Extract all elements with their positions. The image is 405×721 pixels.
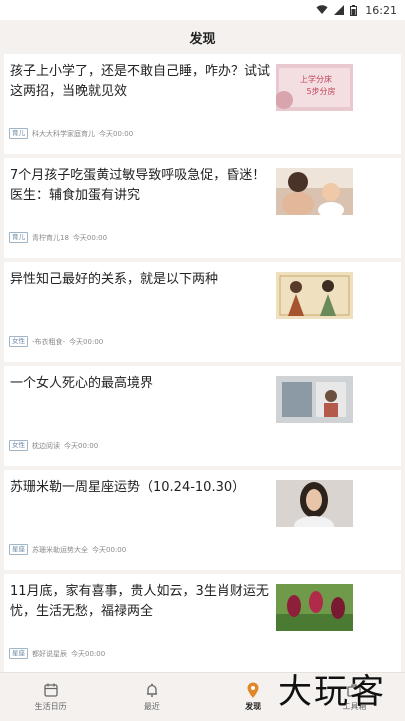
article-meta: 育儿 科大大科学家庭育儿 今天00:00 [9, 128, 133, 139]
tab-life-calendar[interactable]: 生活日历 [1, 673, 101, 721]
article-card[interactable]: 一个女人死心的最高境界 女性 枕边阅读 今天00:00 [4, 366, 401, 466]
article-time: 今天00:00 [71, 649, 106, 658]
article-source: 青柠育儿18 [32, 233, 69, 242]
category-tag: 育儿 [9, 232, 28, 243]
article-card[interactable]: 11月底，家有喜事，贵人如云，3生肖财运无忧，生活无愁，福禄两全 星座 都好说星… [4, 574, 401, 672]
signal-icon [334, 5, 345, 15]
svg-text:上学分床: 上学分床 [300, 74, 332, 84]
article-feed[interactable]: 孩子上小学了，还是不敢自己睡，咋办？试试这两招，当晚就见效 上学分床 5步分房 … [0, 54, 405, 672]
category-tag: 女性 [9, 440, 28, 451]
article-card[interactable]: 苏珊米勒一周星座运势（10.24-10.30） 星座 苏珊米勒运势大全 今天00… [4, 470, 401, 570]
article-title: 11月底，家有喜事，贵人如云，3生肖财运无忧，生活无愁，福禄两全 [10, 584, 269, 619]
article-source: -布衣粗食- [32, 337, 66, 346]
page-title: 发现 [189, 31, 216, 47]
category-tag: 女性 [9, 336, 28, 347]
tab-toolbox[interactable]: 工具箱 [304, 673, 404, 721]
article-title: 异性知己最好的关系，就是以下两种 [10, 272, 219, 287]
location-pin-icon [244, 681, 262, 699]
article-time: 今天00:00 [92, 545, 127, 554]
article-source: 科大大科学家庭育儿 [32, 129, 95, 138]
article-meta: 女性 -布衣粗食- 今天00:00 [9, 336, 103, 347]
article-meta: 星座 都好说星辰 今天00:00 [9, 648, 105, 659]
article-card[interactable]: 异性知己最好的关系，就是以下两种 女性 -布衣粗食- 今天00:00 [4, 262, 401, 362]
article-meta: 女性 枕边阅读 今天00:00 [9, 440, 98, 451]
article-source: 苏珊米勒运势大全 [32, 545, 88, 554]
article-thumbnail [276, 168, 353, 215]
category-tag: 星座 [9, 544, 28, 555]
article-time: 今天00:00 [99, 129, 134, 138]
tab-discover[interactable]: 发现 [203, 673, 303, 721]
article-title: 一个女人死心的最高境界 [10, 376, 154, 391]
wifi-icon [316, 5, 328, 15]
article-source: 都好说星辰 [32, 649, 67, 658]
tab-label: 最近 [143, 702, 160, 711]
article-time: 今天00:00 [72, 233, 108, 242]
tab-recent[interactable]: 最近 [102, 673, 202, 721]
article-time: 今天00:00 [64, 441, 99, 450]
status-time: 16:21 [365, 3, 397, 17]
article-thumbnail [276, 272, 353, 319]
article-title: 苏珊米勒一周星座运势（10.24-10.30） [10, 480, 246, 495]
article-thumbnail [276, 584, 353, 631]
article-thumbnail [276, 376, 353, 423]
category-tag: 星座 [9, 648, 28, 659]
tab-label: 生活日历 [34, 702, 67, 711]
battery-icon [350, 4, 358, 16]
bell-icon [143, 681, 161, 699]
article-time: 今天00:00 [69, 337, 104, 346]
tab-label: 发现 [245, 702, 262, 711]
article-card[interactable]: 孩子上小学了，还是不敢自己睡，咋办？试试这两招，当晚就见效 上学分床 5步分房 … [4, 54, 401, 154]
svg-text:5步分房: 5步分房 [306, 86, 335, 96]
article-card[interactable]: 7个月孩子吃蛋黄过敏导致呼吸急促，昏迷！医生：辅食加蛋有讲究 育儿 青柠育儿18… [4, 158, 401, 258]
article-thumbnail: 上学分床 5步分房 [276, 64, 353, 111]
toolbox-icon [345, 681, 363, 699]
bottom-tab-bar: 生活日历 最近 发现 工具箱 [0, 672, 405, 720]
tab-label: 工具箱 [342, 702, 367, 711]
category-tag: 育儿 [9, 128, 28, 139]
article-meta: 育儿 青柠育儿18 今天00:00 [9, 232, 107, 243]
article-title: 孩子上小学了，还是不敢自己睡，咋办？试试这两招，当晚就见效 [10, 64, 271, 99]
article-title: 7个月孩子吃蛋黄过敏导致呼吸急促，昏迷！医生：辅食加蛋有讲究 [10, 168, 266, 203]
article-meta: 星座 苏珊米勒运势大全 今天00:00 [9, 544, 126, 555]
calendar-icon [42, 681, 60, 699]
article-thumbnail [276, 480, 353, 527]
page-header: 发现 [0, 20, 405, 54]
article-source: 枕边阅读 [32, 441, 60, 450]
status-bar: 16:21 [0, 0, 405, 20]
